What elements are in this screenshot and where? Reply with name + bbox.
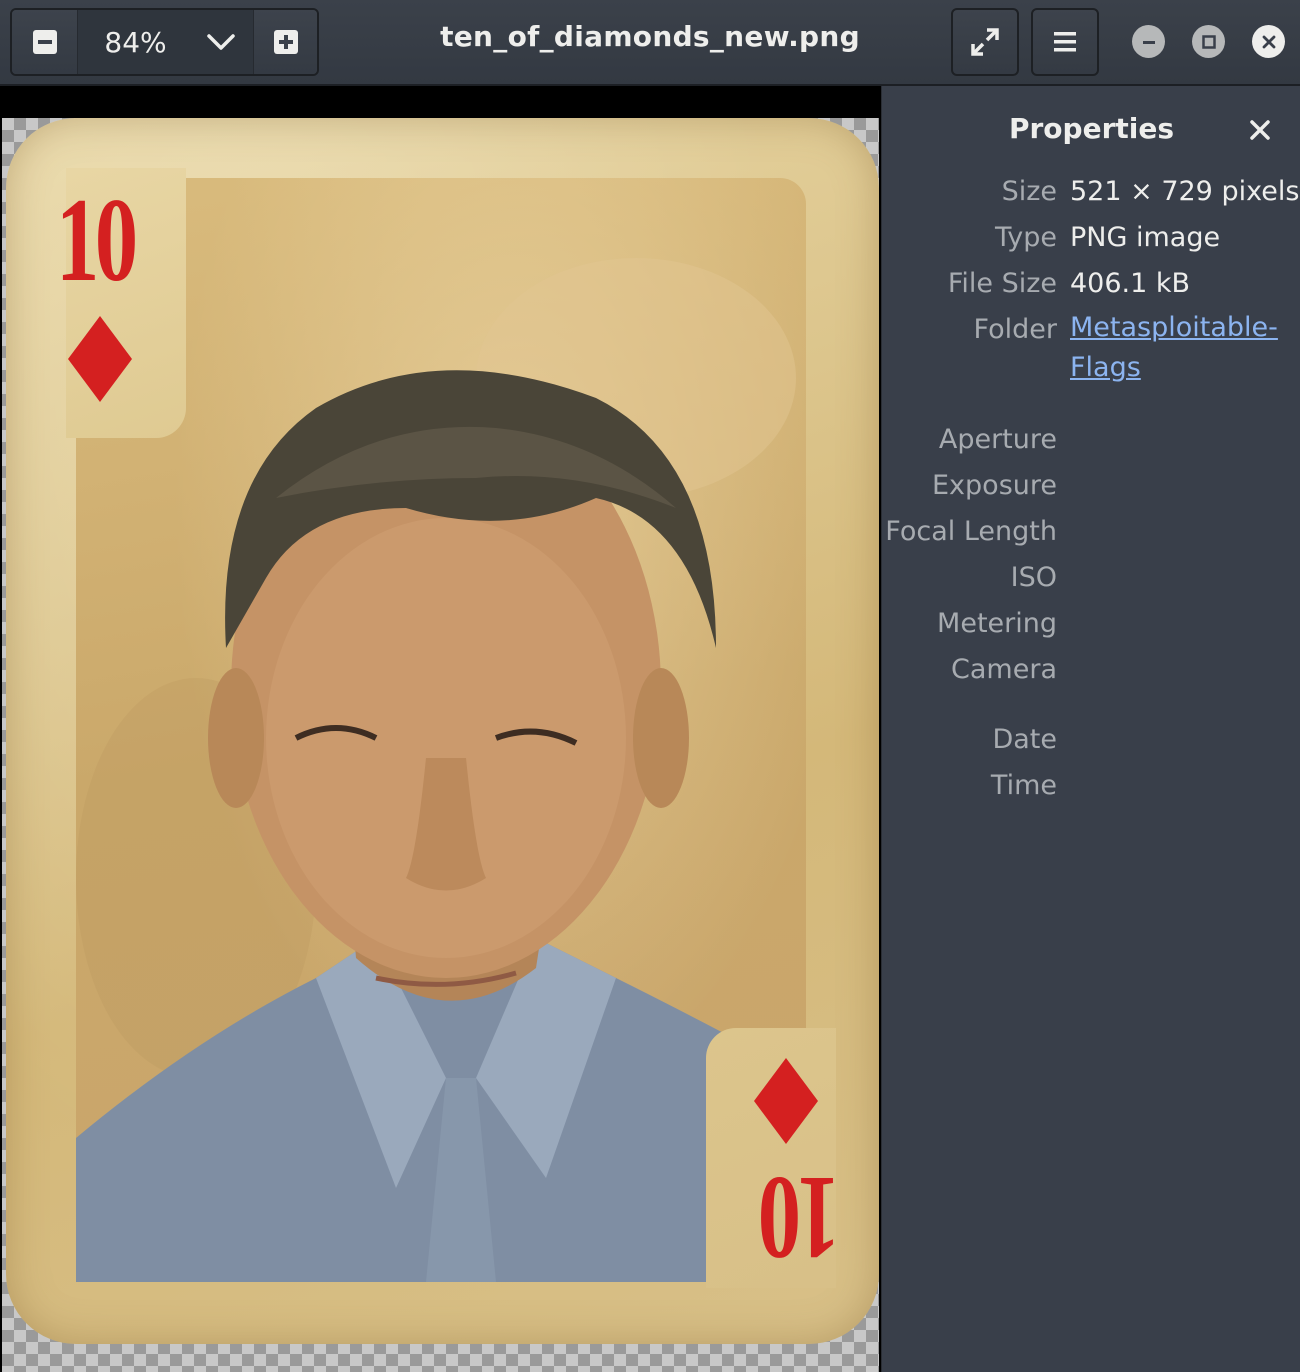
property-label: Date xyxy=(992,724,1057,755)
property-label: File Size xyxy=(947,268,1057,299)
property-label: Camera xyxy=(951,654,1057,685)
fullscreen-icon xyxy=(971,28,999,56)
property-type: Type PNG image xyxy=(882,222,1300,262)
close-properties-icon[interactable] xyxy=(1248,118,1272,142)
property-date: Date xyxy=(882,724,1300,764)
window-title: ten_of_diamonds_new.png xyxy=(440,20,860,53)
property-label: Size xyxy=(1001,176,1057,207)
close-icon xyxy=(1262,35,1275,48)
zoom-level-dropdown[interactable]: 84% xyxy=(78,10,253,74)
card-rank-bottom: 10 xyxy=(762,1152,840,1285)
property-value: 406.1 kB xyxy=(1070,268,1191,299)
zoom-out-button[interactable] xyxy=(12,10,78,74)
hamburger-menu-icon xyxy=(1054,32,1076,52)
property-aperture: Aperture xyxy=(882,424,1300,464)
property-exposure: Exposure xyxy=(882,470,1300,510)
property-focal-length: Focal Length xyxy=(882,516,1300,556)
minimize-icon xyxy=(1142,40,1155,44)
property-label: Exposure xyxy=(932,470,1057,501)
image-transparency-background: 10 10 xyxy=(2,118,879,1372)
property-camera: Camera xyxy=(882,654,1300,694)
property-value: 521 × 729 pixels xyxy=(1070,176,1300,207)
property-label: Time xyxy=(990,770,1057,801)
folder-link-line1[interactable]: Metasploitable- xyxy=(1070,312,1278,343)
folder-link-line2[interactable]: Flags xyxy=(1070,352,1141,383)
properties-title: Properties xyxy=(1008,112,1175,145)
image-viewport[interactable]: 10 10 xyxy=(0,86,881,1372)
playing-card-image: 10 10 xyxy=(6,118,879,1344)
fullscreen-button[interactable] xyxy=(951,8,1019,76)
property-file-size: File Size 406.1 kB xyxy=(882,268,1300,308)
property-iso: ISO xyxy=(882,562,1300,602)
header-bar: 84% ten_of_diamonds_new.png xyxy=(0,0,1300,86)
zoom-out-icon xyxy=(32,30,57,54)
property-value: PNG image xyxy=(1070,222,1221,253)
property-label: Metering xyxy=(937,608,1057,639)
folder-link[interactable]: Metasploitable- Flags xyxy=(1070,308,1290,388)
properties-sidebar: Properties Size 521 × 729 pixels Type PN… xyxy=(881,86,1300,1372)
close-window-button[interactable] xyxy=(1252,25,1285,58)
property-label: Folder xyxy=(973,314,1057,345)
menu-button[interactable] xyxy=(1031,8,1099,76)
property-time: Time xyxy=(882,770,1300,810)
property-label: ISO xyxy=(1010,562,1057,593)
property-label: Aperture xyxy=(938,424,1057,455)
property-size: Size 521 × 729 pixels xyxy=(882,176,1300,216)
maximize-icon xyxy=(1201,34,1216,49)
property-label: Focal Length xyxy=(885,516,1057,547)
property-metering: Metering xyxy=(882,608,1300,648)
zoom-level-value: 84% xyxy=(104,25,167,59)
minimize-button[interactable] xyxy=(1132,25,1165,58)
card-rank-top: 10 xyxy=(56,173,138,306)
zoom-in-button[interactable] xyxy=(253,10,317,74)
chevron-down-icon xyxy=(189,33,253,51)
property-folder: Folder Metasploitable- Flags xyxy=(882,312,1300,398)
property-label: Type xyxy=(994,222,1057,253)
diamond-suit-icon xyxy=(68,316,132,402)
maximize-button[interactable] xyxy=(1192,25,1225,58)
zoom-in-icon xyxy=(273,30,298,54)
zoom-control: 84% xyxy=(10,8,319,76)
diamond-suit-icon xyxy=(754,1058,818,1144)
